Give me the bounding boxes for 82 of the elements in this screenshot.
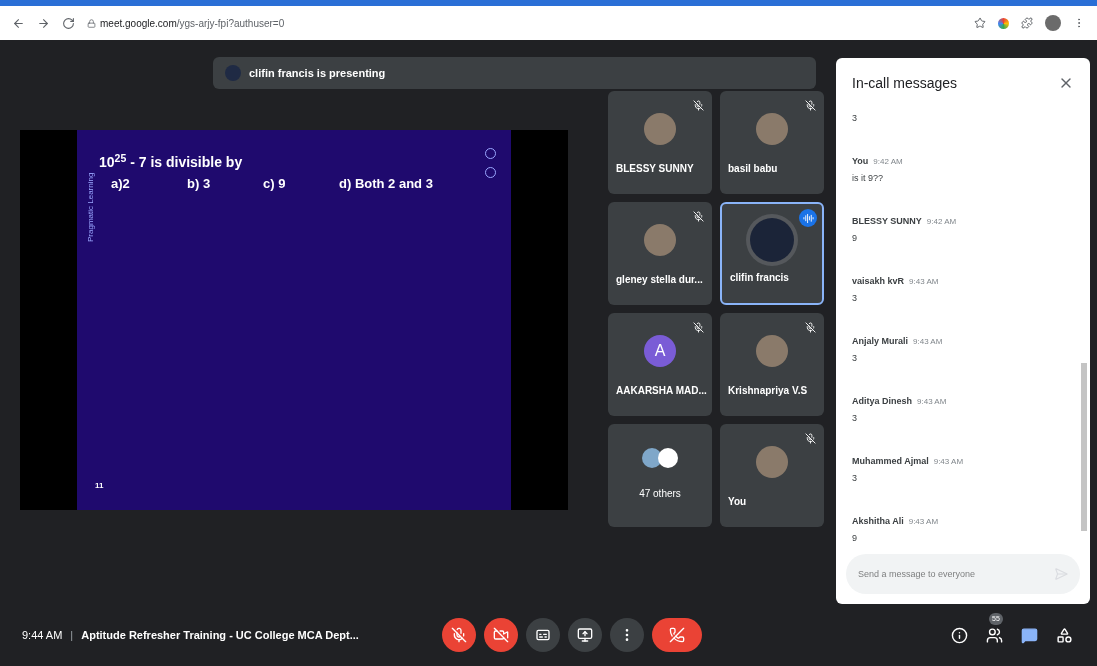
participant-tile[interactable]: gleney stella dur... [608,202,712,305]
message-sender: Muhammed Ajmal [852,454,929,468]
question-text: 10$^{25}$ - 7 is divisible by [99,152,244,172]
slide-number: 11 [95,480,104,492]
participant-name: gleney stella dur... [616,273,704,287]
message-input[interactable]: Send a message to everyone [846,554,1080,594]
captions-button[interactable] [526,618,560,652]
activities-button[interactable] [1056,626,1073,644]
message-text: 9 [852,532,858,545]
avatar-photo [642,448,662,468]
participant-tile[interactable]: You [720,424,824,527]
participant-tile[interactable]: 47 others [608,424,712,527]
profile-avatar[interactable] [1045,15,1061,31]
message-text: 3 [852,352,858,365]
message-text: 9 [852,232,858,245]
lock-icon [87,18,96,28]
message-time: 9:43 AM [933,455,964,468]
answer-option: a)2 [111,174,187,194]
message-text: is it 9?? [852,172,885,185]
present-icon [577,627,593,643]
end-button[interactable] [652,618,702,652]
avatar-photo [644,224,676,256]
avatar-photo [756,113,788,145]
mic-button[interactable] [442,618,476,652]
info-button[interactable] [951,626,968,644]
answer-option: b) 3 [187,174,263,194]
message-text: 3 [852,112,858,125]
camera-icon [493,627,509,643]
extension-icon[interactable] [998,17,1009,29]
participant-name: AAKARSHA MAD... [616,384,708,398]
forward-icon[interactable] [37,16,50,30]
message-time: 9:43 AM [909,275,939,288]
message-time: 9:43 AM [908,515,939,528]
avatar-photo [750,218,794,262]
avatar-photo [756,335,788,367]
participant-name: BLESSY SUNNY [616,162,695,176]
message-text: 3 [852,292,858,305]
back-icon[interactable] [12,16,25,30]
end-icon [669,627,685,643]
message-sender: You [852,154,869,168]
message-time: 9:42 AM [873,155,903,168]
message-time: 9:43 AM [917,395,947,408]
participant-name: 47 others [639,487,681,501]
meeting-title: Aptitude Refresher Training - UC College MCA Dept... [81,627,359,643]
clock-time: 9:44 AM [22,627,63,643]
captions-icon [535,627,551,643]
participant-tile[interactable]: clifin francis [720,202,824,305]
message-time: 9:42 AM [926,215,957,228]
message-sender: Akshitha Ali [852,514,904,528]
present-button[interactable] [568,618,602,652]
participant-tile[interactable]: Krishnapriya V.S [720,313,824,416]
slide-side-text: Pragmatic Learning [85,171,96,242]
avatar-photo [658,448,678,468]
message-sender: BLESSY SUNNY [852,214,922,228]
chat-button[interactable] [1021,626,1038,644]
camera-button[interactable] [484,618,518,652]
message-sender: Aditya Dinesh [852,394,912,408]
star-icon[interactable] [974,17,986,29]
letter-avatar: A [644,335,676,367]
participant-name: Krishnapriya V.S [728,384,809,398]
chat-title: In-call messages [852,73,958,93]
answer-option: d) Both 2 and 3 [339,174,433,194]
participant-tile[interactable]: BLESSY SUNNY [608,91,712,194]
message-text: 3 [852,412,858,425]
answer-option: c) 9 [263,174,339,194]
mic-icon [451,627,467,643]
message-sender: vaisakh kvR [852,274,905,288]
message-sender: Anjaly Murali [852,334,908,348]
avatar-photo [756,446,788,478]
participant-tile[interactable]: A AAKARSHA MAD... [608,313,712,416]
presenting-text: clifin francis is presenting [249,65,386,81]
reload-icon[interactable] [62,16,75,30]
avatar-photo [644,113,676,145]
participant-name: You [728,495,748,509]
participant-name: basil babu [728,162,779,176]
message-time: 9:43 AM [913,335,943,348]
presenter-avatar [225,65,241,81]
puzzle-icon[interactable] [1021,17,1033,29]
message-text: 3 [852,472,858,485]
separator-text: | [70,627,74,643]
participant-tile[interactable]: basil babu [720,91,824,194]
participant-name: clifin francis [730,271,790,285]
